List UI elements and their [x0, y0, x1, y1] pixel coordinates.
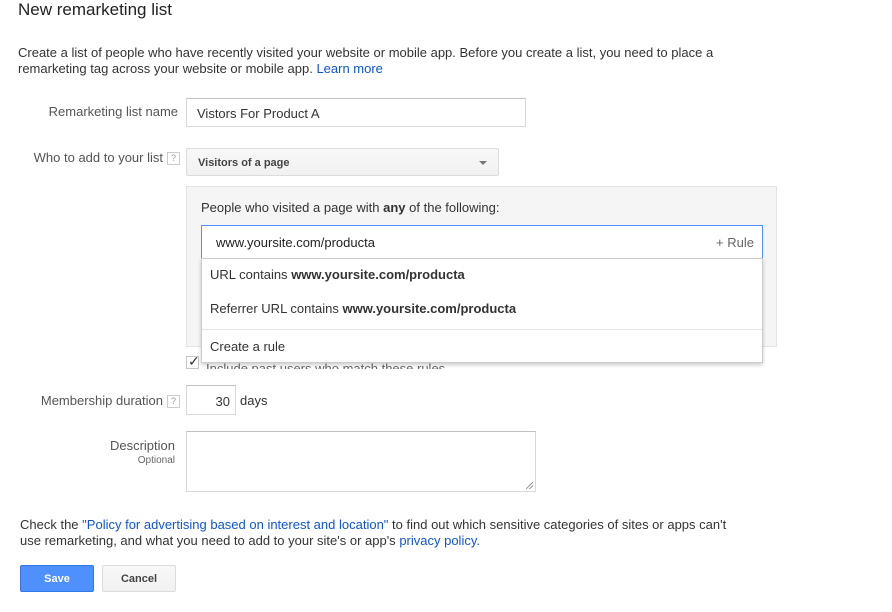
duration-label-text: Membership duration — [40, 393, 163, 408]
suggestion-url-contains[interactable]: URL contains www.yoursite.com/producta — [210, 267, 465, 282]
rules-heading-suffix: of the following: — [409, 200, 500, 215]
chevron-down-icon — [479, 161, 487, 165]
cancel-button[interactable]: Cancel — [102, 565, 176, 592]
rules-heading-prefix: People who visited a page with — [201, 200, 380, 215]
rules-heading: People who visited a page with any of th… — [201, 200, 500, 215]
suggestion-prefix: Referrer URL contains — [210, 301, 339, 316]
resize-handle-icon[interactable] — [526, 482, 533, 489]
duration-input[interactable]: 30 — [186, 385, 236, 415]
rule-url-input[interactable]: www.yoursite.com/producta + Rule — [201, 225, 763, 259]
description-textarea[interactable] — [186, 431, 536, 492]
policy-link[interactable]: "Policy for advertising based on interes… — [82, 517, 388, 532]
help-icon[interactable]: ? — [167, 152, 180, 166]
page-title: New remarketing list — [18, 0, 172, 19]
create-rule-item[interactable]: Create a rule — [210, 339, 285, 354]
rule-url-value: www.yoursite.com/producta — [216, 235, 375, 250]
suggestion-value: www.yoursite.com/producta — [342, 301, 517, 316]
who-to-add-label: Who to add to your list? — [18, 150, 180, 166]
duration-label: Membership duration? — [18, 393, 180, 409]
rules-heading-any: any — [383, 200, 406, 215]
description-optional: Optional — [137, 455, 175, 466]
suggestion-prefix: URL contains — [210, 267, 288, 282]
dropdown-divider — [202, 329, 762, 330]
description-label: Description — [109, 438, 175, 453]
add-rule-button[interactable]: + Rule — [716, 235, 754, 250]
include-past-users-label: Include past users who match these rules — [206, 363, 445, 369]
who-to-add-text: Who to add to your list — [33, 150, 163, 165]
list-name-label: Remarketing list name — [48, 104, 178, 119]
who-to-add-value: Visitors of a page — [198, 157, 290, 169]
list-name-input[interactable]: Vistors For Product A — [186, 98, 526, 127]
who-to-add-select[interactable]: Visitors of a page — [186, 148, 499, 176]
policy-text: Check the "Policy for advertising based … — [20, 517, 740, 549]
privacy-policy-link[interactable]: privacy policy. — [399, 533, 480, 548]
save-button[interactable]: Save — [20, 565, 94, 592]
intro-text: Create a list of people who have recentl… — [18, 45, 758, 77]
rule-suggestions-dropdown: URL contains www.yoursite.com/producta R… — [201, 258, 763, 363]
include-past-users-checkbox[interactable]: ✓ — [186, 353, 200, 369]
suggestion-value: www.yoursite.com/producta — [291, 267, 465, 282]
checkmark-icon: ✓ — [188, 353, 200, 369]
duration-unit: days — [240, 393, 268, 408]
policy-prefix: Check the — [20, 517, 79, 532]
learn-more-link[interactable]: Learn more — [316, 61, 382, 76]
suggestion-referrer-url-contains[interactable]: Referrer URL contains www.yoursite.com/p… — [210, 301, 516, 316]
help-icon[interactable]: ? — [167, 395, 180, 409]
